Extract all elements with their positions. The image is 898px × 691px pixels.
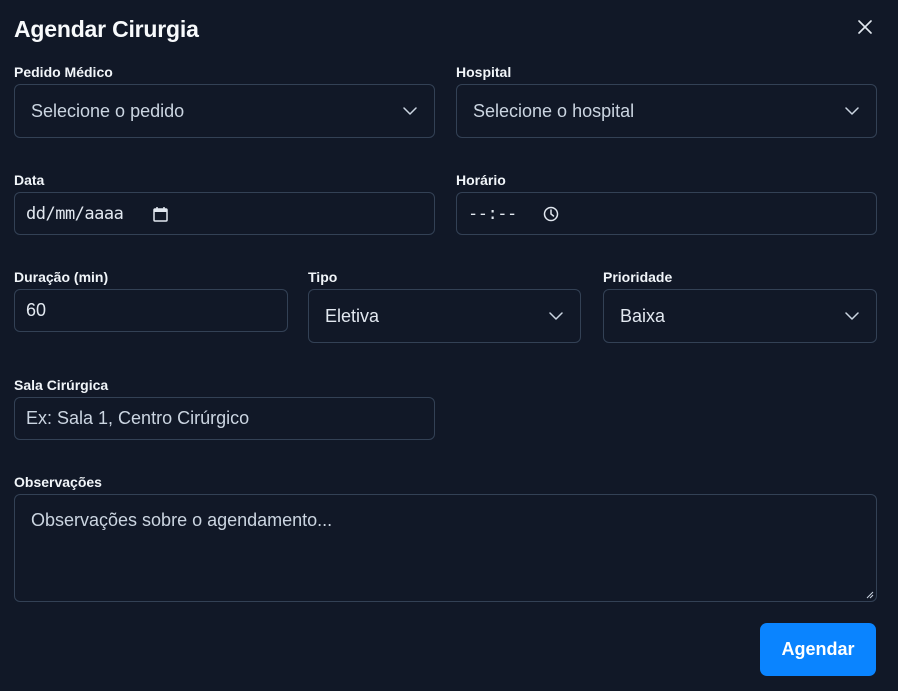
time-value: --:-- bbox=[468, 203, 517, 224]
date-input[interactable]: dd/mm/aaaa bbox=[14, 192, 435, 235]
calendar-icon[interactable] bbox=[153, 206, 169, 222]
sala-placeholder: Ex: Sala 1, Centro Cirúrgico bbox=[26, 408, 250, 428]
resize-handle-icon[interactable] bbox=[864, 589, 874, 599]
clock-icon[interactable] bbox=[543, 206, 559, 222]
close-icon bbox=[858, 20, 872, 34]
chevron-down-icon bbox=[844, 308, 860, 324]
tipo-select[interactable]: Eletiva bbox=[308, 289, 581, 343]
horario-label: Horário bbox=[456, 172, 506, 188]
close-button[interactable] bbox=[852, 14, 878, 40]
hospital-label: Hospital bbox=[456, 64, 512, 80]
observacoes-placeholder: Observações sobre o agendamento... bbox=[31, 510, 333, 530]
pedido-select[interactable]: Selecione o pedido bbox=[14, 84, 435, 138]
hospital-select[interactable]: Selecione o hospital bbox=[456, 84, 877, 138]
prioridade-label: Prioridade bbox=[603, 269, 673, 285]
duration-value: 60 bbox=[26, 300, 47, 320]
date-value: dd/mm/aaaa bbox=[26, 203, 124, 224]
pedido-value: Selecione o pedido bbox=[31, 100, 185, 121]
prioridade-value: Baixa bbox=[620, 305, 666, 326]
chevron-down-icon bbox=[844, 103, 860, 119]
tipo-label: Tipo bbox=[308, 269, 338, 285]
chevron-down-icon bbox=[402, 103, 418, 119]
data-label: Data bbox=[14, 172, 45, 188]
schedule-surgery-dialog: Agendar Cirurgia Pedido Médico Selecione… bbox=[0, 0, 898, 691]
dialog-title: Agendar Cirurgia bbox=[14, 16, 199, 42]
prioridade-select[interactable]: Baixa bbox=[603, 289, 877, 343]
duration-input[interactable]: 60 bbox=[14, 289, 288, 332]
observacoes-textarea[interactable]: Observações sobre o agendamento... bbox=[14, 494, 877, 602]
pedido-label: Pedido Médico bbox=[14, 64, 113, 80]
duracao-label: Duração (min) bbox=[14, 269, 109, 285]
tipo-value: Eletiva bbox=[325, 305, 380, 326]
chevron-down-icon bbox=[548, 308, 564, 324]
sala-label: Sala Cirúrgica bbox=[14, 377, 109, 393]
agendar-button[interactable]: Agendar bbox=[760, 623, 876, 676]
time-input[interactable]: --:-- bbox=[456, 192, 877, 235]
observacoes-label: Observações bbox=[14, 474, 102, 490]
hospital-value: Selecione o hospital bbox=[473, 100, 635, 121]
sala-input[interactable]: Ex: Sala 1, Centro Cirúrgico bbox=[14, 397, 435, 440]
